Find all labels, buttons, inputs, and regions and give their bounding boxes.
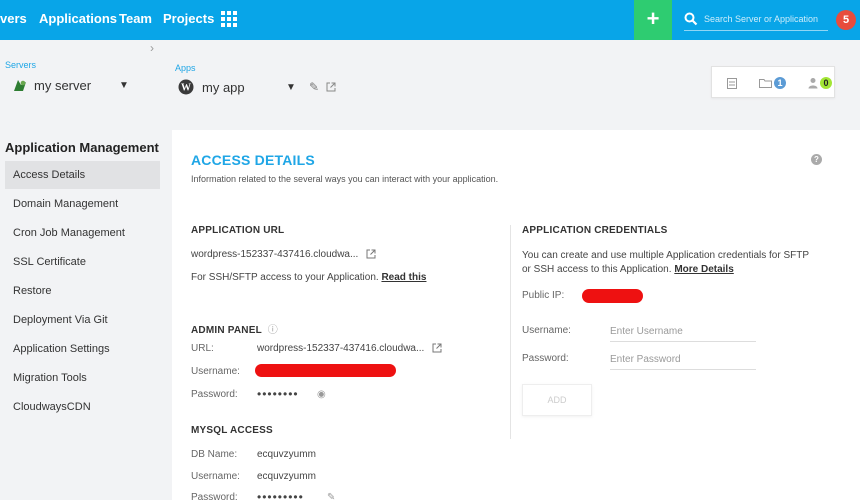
admin-password-mask: ••••••••: [257, 387, 299, 401]
sidebar-item-migration-tools[interactable]: Migration Tools: [5, 364, 160, 392]
admin-url-label: URL:: [191, 343, 214, 354]
admin-password-label: Password:: [191, 389, 238, 400]
search-icon: [684, 12, 698, 26]
sidebar-title: Application Management: [5, 140, 159, 155]
users-count-badge: 0: [820, 77, 832, 89]
db-password-mask: •••••••••: [257, 490, 304, 500]
sidebar-item-cloudwayscdn[interactable]: CloudwaysCDN: [5, 393, 160, 421]
db-password-label: Password:: [191, 492, 238, 500]
edit-pencil-icon[interactable]: ✎: [309, 80, 319, 94]
page-subtitle: Information related to the several ways …: [191, 174, 499, 184]
external-link-icon[interactable]: [326, 82, 336, 92]
credentials-desc-line2: or SSH access to this Application. More …: [522, 264, 734, 275]
column-divider: [510, 225, 511, 439]
application-url-row: wordpress-152337-437416.cloudwa...: [191, 249, 376, 260]
sidebar-item-restore[interactable]: Restore: [5, 277, 160, 305]
admin-url-row: wordpress-152337-437416.cloudwa...: [257, 343, 442, 354]
sidebar-item-application-settings[interactable]: Application Settings: [5, 335, 160, 363]
eye-icon[interactable]: ◉: [317, 389, 326, 400]
add-new-button[interactable]: +: [634, 0, 672, 40]
sidebar-item-access-details[interactable]: Access Details: [5, 161, 160, 189]
help-icon[interactable]: ?: [811, 154, 822, 165]
redacted-public-ip: [582, 289, 643, 303]
external-link-icon[interactable]: [366, 249, 376, 259]
cred-password-input[interactable]: [610, 350, 756, 370]
public-ip-label: Public IP:: [522, 290, 565, 301]
nav-team-link[interactable]: Team: [119, 11, 152, 26]
cred-username-input[interactable]: [610, 322, 756, 342]
top-navbar: vers Applications Team Projects + 5: [0, 0, 860, 40]
access-details-card: ACCESS DETAILS Information related to th…: [172, 130, 860, 500]
sidebar-item-cron-job-management[interactable]: Cron Job Management: [5, 219, 160, 247]
admin-username-label: Username:: [191, 366, 240, 377]
nav-search: [684, 9, 828, 31]
server-list-icon[interactable]: [727, 78, 737, 89]
mysql-access-heading: MYSQL ACCESS: [191, 425, 273, 436]
db-name-label: DB Name:: [191, 449, 238, 460]
app-credentials-heading: APPLICATION CREDENTIALS: [522, 225, 668, 236]
app-name: my app: [202, 79, 245, 95]
more-details-link[interactable]: More Details: [674, 264, 733, 275]
page-title: ACCESS DETAILS: [191, 152, 315, 168]
db-username-label: Username:: [191, 471, 240, 482]
nav-projects-link[interactable]: Projects: [163, 11, 214, 26]
external-link-icon[interactable]: [432, 343, 442, 353]
db-username-value: ecquvzyumm: [257, 471, 316, 482]
ssh-info-row: For SSH/SFTP access to your Application.…: [191, 272, 426, 283]
db-name-value: ecquvzyumm: [257, 449, 316, 460]
credentials-desc-line1: You can create and use multiple Applicat…: [522, 250, 810, 261]
svg-text:W: W: [181, 83, 191, 94]
server-name: my server: [34, 77, 92, 93]
folder-icon[interactable]: [759, 78, 772, 88]
server-selector[interactable]: my server ▼: [12, 77, 129, 93]
admin-url-link[interactable]: wordpress-152337-437416.cloudwa...: [257, 343, 424, 354]
add-credential-button[interactable]: ADD: [522, 384, 592, 416]
folder-count-badge: 1: [774, 77, 786, 89]
nav-servers-link[interactable]: vers: [0, 11, 27, 26]
read-this-link[interactable]: Read this: [381, 272, 426, 283]
application-url-heading: APPLICATION URL: [191, 225, 285, 236]
server-provider-icon: [14, 80, 26, 91]
apps-label: Apps: [175, 63, 196, 73]
app-stats-panel: 1 0: [711, 66, 835, 98]
app-selector[interactable]: W my app ▼: [178, 79, 296, 95]
notification-badge[interactable]: 5: [836, 10, 856, 30]
admin-panel-heading: ADMIN PANEL ⓘ: [191, 321, 278, 336]
chevron-down-icon[interactable]: ▼: [119, 80, 129, 91]
breadcrumb-separator-icon: ›: [150, 41, 154, 55]
apps-grid-icon[interactable]: [221, 11, 237, 27]
credentials-desc-text: or SSH access to this Application.: [522, 264, 672, 275]
chevron-down-icon[interactable]: ▼: [286, 82, 296, 93]
nav-applications-link[interactable]: Applications: [39, 11, 117, 26]
sidebar-item-ssl-certificate[interactable]: SSL Certificate: [5, 248, 160, 276]
sidebar-item-deployment-via-git[interactable]: Deployment Via Git: [5, 306, 160, 334]
redacted-username: [255, 364, 396, 377]
search-input[interactable]: [704, 11, 828, 27]
servers-label: Servers: [5, 60, 37, 70]
ssh-info-text: For SSH/SFTP access to your Application.: [191, 272, 379, 283]
sidebar-item-domain-management[interactable]: Domain Management: [5, 190, 160, 218]
application-url-link[interactable]: wordpress-152337-437416.cloudwa...: [191, 249, 358, 260]
users-icon[interactable]: [808, 77, 818, 89]
edit-pencil-icon[interactable]: ✎: [327, 492, 335, 500]
admin-panel-title: ADMIN PANEL: [191, 325, 262, 336]
info-icon[interactable]: ⓘ: [268, 325, 278, 336]
cred-password-label: Password:: [522, 353, 569, 364]
wordpress-icon: W: [178, 79, 194, 95]
cred-username-label: Username:: [522, 325, 571, 336]
